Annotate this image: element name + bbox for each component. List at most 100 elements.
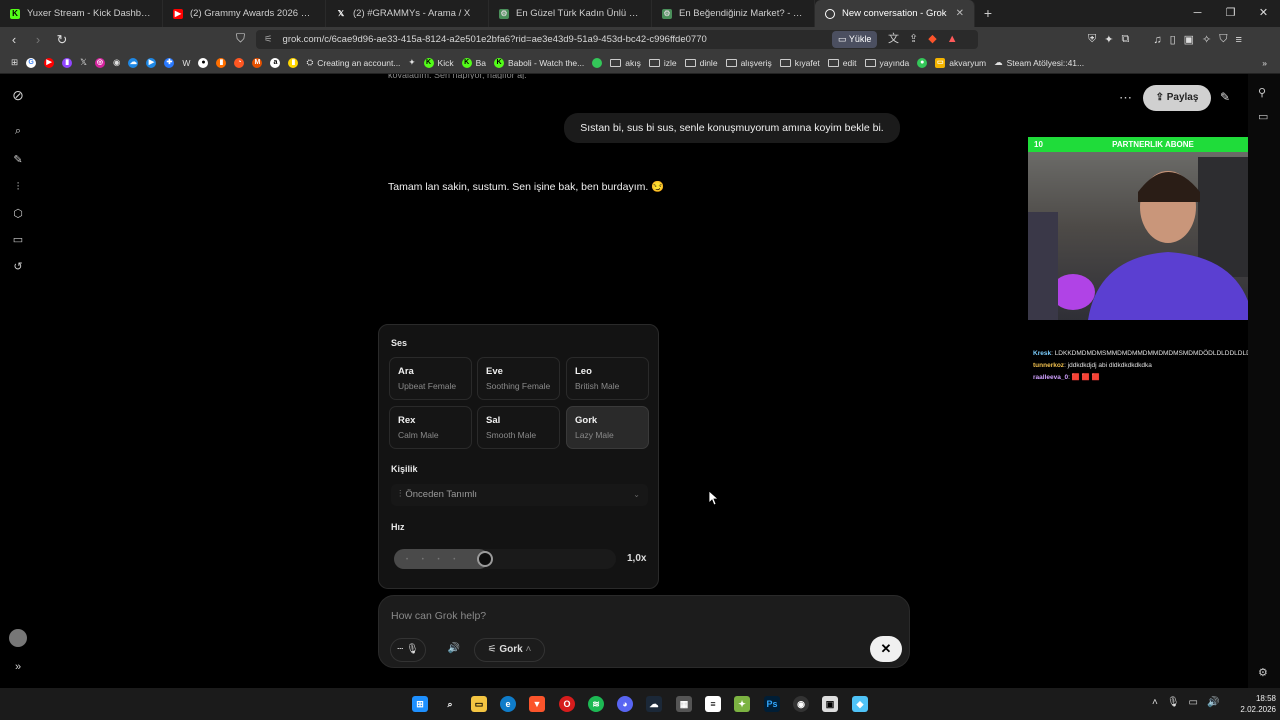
voice-option-sal[interactable]: Sal Smooth Male [477, 406, 560, 449]
screenshot-icon[interactable]: ⧉ [1121, 33, 1129, 46]
calculator-icon[interactable]: ▦ [676, 696, 692, 712]
github-icon[interactable]: ◉ [110, 57, 123, 68]
bookmark-folder[interactable]: akış [607, 58, 644, 68]
close-tab-icon[interactable]: ✕ [956, 8, 964, 19]
app-icon[interactable]: ☁ [125, 57, 141, 68]
minimize-button[interactable]: ─ [1181, 0, 1214, 27]
browser-tab[interactable]: ⚙ En Beğendiğiniz Market? - Tier List | [652, 0, 815, 27]
maximize-button[interactable]: ❐ [1214, 0, 1247, 27]
twitch-icon[interactable]: ▮ [59, 57, 75, 68]
share-button[interactable]: ⇪ Paylaş [1143, 85, 1211, 111]
network-icon[interactable]: ▭ [1189, 697, 1198, 708]
brave-icon[interactable]: ▼ [529, 696, 545, 712]
new-tab-button[interactable]: + [975, 0, 1001, 27]
obs-icon[interactable]: ◉ [793, 696, 809, 712]
app-icon[interactable]: ▮ [213, 57, 229, 68]
reading-list-icon[interactable]: ▭ [1258, 110, 1268, 123]
instagram-icon[interactable]: ◎ [92, 57, 108, 68]
app-icon[interactable]: W [179, 58, 193, 68]
bookmark-folder[interactable]: izle [646, 58, 680, 68]
bookmark-folder[interactable]: edit [825, 58, 860, 68]
speaker-button[interactable]: 🔊 [443, 638, 465, 662]
browser-tab[interactable]: 𝕏 (2) #GRAMMYs - Arama / X [326, 0, 489, 27]
reload-button[interactable]: ↻ [52, 32, 72, 48]
more-bookmarks-icon[interactable]: » [1259, 58, 1270, 68]
app-icon[interactable]: ✦ [405, 57, 418, 68]
brave-rewards-icon[interactable]: ▲ [947, 30, 958, 49]
voice-option-ara[interactable]: Ara Upbeat Female [389, 357, 472, 400]
x-icon[interactable]: 𝕏 [77, 57, 90, 68]
browser-tab[interactable]: ▶ (2) Grammy Awards 2026 Recap: Win [163, 0, 326, 27]
settings-gear-icon[interactable]: ⚙ [1258, 666, 1268, 679]
media-icon[interactable]: ♫ [1153, 34, 1161, 46]
app-icon[interactable]: ● [195, 57, 211, 68]
spotify-icon[interactable]: ≋ [588, 696, 604, 712]
close-voice-button[interactable]: ✕ [870, 636, 902, 662]
app-icon[interactable]: a [267, 57, 283, 68]
app-icon[interactable]: ✦ [734, 696, 750, 712]
bookmark-item[interactable]: ☁ Steam Atölyesi::41... [991, 57, 1087, 68]
discord-icon[interactable]: ◕ [617, 696, 633, 712]
grok-logo-icon[interactable]: ⊘ [11, 88, 25, 102]
personality-select[interactable]: ⫶ Önceden Tanımlı ⌄ [391, 484, 648, 506]
leo-icon[interactable]: ✧ [1202, 33, 1211, 46]
vpn-icon[interactable]: ⛨ [1088, 33, 1096, 46]
google-icon[interactable]: G [23, 57, 39, 68]
search-icon[interactable]: ⌕ [442, 696, 458, 712]
microphone-tray-icon[interactable]: 🎙 [1167, 697, 1180, 708]
window-close-button[interactable]: ✕ [1247, 0, 1280, 27]
pin-icon[interactable]: ⚲ [1258, 86, 1266, 99]
taskbar-clock[interactable]: 18:58 2.02.2026 [1226, 693, 1276, 715]
chat-composer[interactable]: How can Grok help? ┄ 🎙 🔊 ⚟ Gork ˄ ✕ [378, 595, 910, 668]
apps-icon[interactable]: ⊞ [8, 57, 21, 68]
forward-button[interactable]: › [28, 32, 48, 47]
app-icon[interactable]: ▮ [285, 57, 301, 68]
back-button[interactable]: ‹ [4, 32, 24, 47]
opera-icon[interactable]: O [559, 696, 575, 712]
sidebar-toggle-icon[interactable]: ▯ [1170, 33, 1176, 46]
upload-button[interactable]: ▭ Yükle [832, 31, 878, 48]
projects-icon[interactable]: ▭ [11, 233, 25, 247]
app-icon[interactable]: M [249, 57, 265, 68]
app-icon[interactable]: ◆ [852, 696, 868, 712]
voice-icon[interactable]: ⫶ [11, 180, 25, 194]
app-icon[interactable]: ◔ [231, 57, 247, 68]
brave-shield-icon[interactable]: ◆ [928, 30, 936, 49]
bookmark-folder[interactable]: yayında [862, 58, 913, 68]
history-icon[interactable]: ↺ [11, 260, 25, 274]
browser-tab[interactable]: ⚙ En Güzel Türk Kadın Ünlü - Tier List | [489, 0, 652, 27]
bookmark-folder[interactable]: kıyafet [777, 58, 823, 68]
app-icon[interactable]: ▶ [143, 57, 159, 68]
voice-mode-button[interactable]: ┄ 🎙 [390, 638, 426, 662]
edit-icon[interactable]: ✎ [1220, 90, 1230, 104]
share-page-icon[interactable]: ⇪ [909, 30, 918, 49]
bookmark-folder[interactable]: alışveriş [723, 58, 775, 68]
photoshop-icon[interactable]: Ps [764, 696, 780, 712]
bookmark-folder[interactable]: dinle [682, 58, 721, 68]
bookmark-item[interactable]: ⛭ Creating an account... [303, 57, 403, 68]
app-icon[interactable]: ▣ [822, 696, 838, 712]
app-icon[interactable]: ✚ [161, 57, 177, 68]
browser-tab-active[interactable]: New conversation - Grok ✕ [815, 0, 975, 27]
app-icon[interactable]: ● [914, 57, 930, 68]
site-info-icon[interactable]: ⚟ [264, 34, 273, 45]
imagine-icon[interactable]: ⬡ [11, 207, 25, 221]
avatar[interactable] [9, 629, 27, 647]
windows-start-icon[interactable]: ⊞ [412, 696, 428, 712]
speed-slider-handle[interactable] [477, 551, 493, 567]
youtube-icon[interactable]: ▶ [41, 57, 57, 68]
voice-option-rex[interactable]: Rex Calm Male [389, 406, 472, 449]
file-explorer-icon[interactable]: ▭ [471, 696, 487, 712]
speed-slider[interactable]: • • • • [394, 549, 616, 569]
brave-vpn-icon[interactable]: ⛉ [1219, 33, 1227, 46]
menu-icon[interactable]: ≡ [1236, 34, 1242, 46]
tray-overflow-icon[interactable]: ˄ [1152, 697, 1158, 708]
extensions-icon[interactable]: ✦ [1104, 33, 1113, 46]
app-icon[interactable]: ≡ [705, 696, 721, 712]
translate-icon[interactable]: 文 [888, 30, 899, 49]
app-icon[interactable] [589, 57, 605, 68]
voice-option-leo[interactable]: Leo British Male [566, 357, 649, 400]
bookmark-item[interactable]: ▭ akvaryum [932, 57, 989, 68]
steam-icon[interactable]: ☁ [646, 696, 662, 712]
search-icon[interactable]: ⌕ [11, 124, 25, 138]
